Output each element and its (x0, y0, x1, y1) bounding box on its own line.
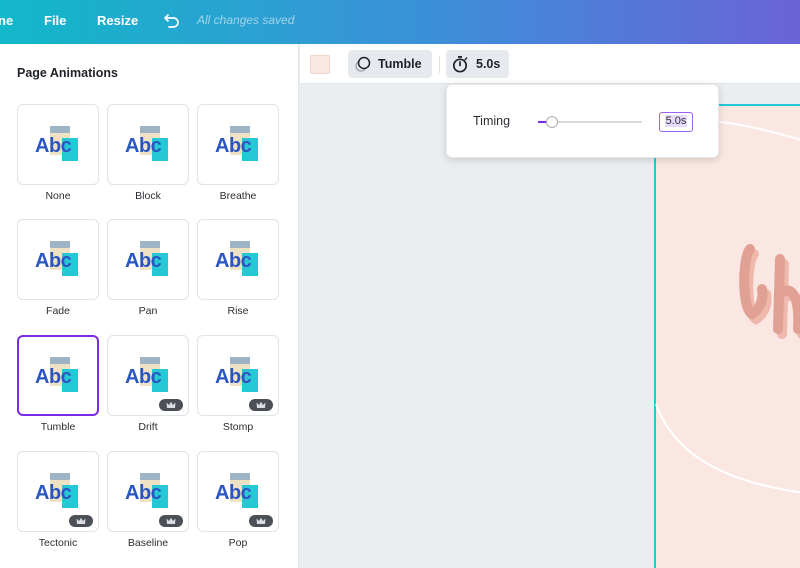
animation-preview: Abc (215, 125, 261, 165)
animation-tile-label: Block (135, 190, 161, 202)
home-menu-partial[interactable]: ne (0, 0, 13, 44)
stopwatch-icon (452, 56, 468, 73)
animation-preview: Abc (35, 240, 81, 280)
preview-text: Abc (125, 481, 162, 504)
timing-popover: Timing 5.0s (446, 84, 719, 158)
editor-toolbar: Tumble 5.0s (300, 44, 800, 84)
premium-crown-icon (159, 399, 183, 411)
save-status: All changes saved (197, 13, 295, 27)
preview-text: Abc (215, 249, 252, 272)
animation-tile-label: Rise (227, 305, 249, 317)
animation-tile-label: Tumble (40, 421, 76, 433)
preview-text: Abc (35, 365, 72, 388)
page-artwork (655, 119, 800, 494)
toolbar-divider (439, 56, 440, 73)
preview-text: Abc (215, 365, 252, 388)
premium-crown-icon (69, 515, 93, 527)
animation-tile-label: Pan (138, 305, 158, 317)
preview-text: Abc (215, 134, 252, 157)
animation-tile[interactable]: Abc (107, 104, 189, 185)
animation-tile-label: Stomp (222, 421, 254, 433)
animation-button[interactable]: Tumble (348, 50, 432, 78)
preview-text: Abc (125, 134, 162, 157)
animation-preview: Abc (215, 356, 261, 396)
duration-label: 5.0s (476, 57, 501, 71)
animation-tile[interactable]: Abc (197, 219, 279, 300)
preview-text: Abc (35, 134, 72, 157)
background-color-swatch[interactable] (310, 55, 330, 74)
animation-tile-label: None (45, 190, 71, 202)
animation-tile[interactable]: Abc (17, 104, 99, 185)
timing-slider-handle[interactable] (546, 116, 558, 128)
animation-tile-label: Fade (46, 305, 70, 317)
design-page[interactable] (654, 104, 800, 568)
animation-preview: Abc (125, 472, 171, 512)
animation-icon (355, 56, 371, 72)
animation-tile-label: Breathe (219, 190, 257, 202)
animation-tile[interactable]: Abc (107, 335, 189, 416)
animation-preview: Abc (125, 356, 171, 396)
file-menu[interactable]: File (44, 0, 66, 44)
animation-tile[interactable]: Abc (17, 219, 99, 300)
top-bar: ne File Resize All changes saved (0, 0, 800, 44)
duration-button[interactable]: 5.0s (446, 50, 509, 78)
animation-tile-label: Pop (228, 537, 248, 549)
preview-text: Abc (125, 249, 162, 272)
animation-tile[interactable]: Abc (197, 335, 279, 416)
preview-text: Abc (35, 481, 72, 504)
animation-preview: Abc (35, 125, 81, 165)
animation-tile-label: Drift (138, 421, 158, 433)
animation-tile-label: Tectonic (38, 537, 78, 549)
timing-value-text: 5.0s (664, 115, 688, 127)
animation-tile[interactable]: Abc (17, 335, 99, 416)
animation-tile[interactable]: Abc (197, 451, 279, 532)
undo-icon[interactable] (162, 11, 182, 31)
animation-preview: Abc (125, 240, 171, 280)
timing-label: Timing (473, 114, 511, 128)
resize-menu[interactable]: Resize (97, 0, 138, 44)
premium-crown-icon (249, 515, 273, 527)
animation-tile[interactable]: Abc (17, 451, 99, 532)
animation-preview: Abc (215, 240, 261, 280)
animation-tile[interactable]: Abc (107, 219, 189, 300)
timing-value-input[interactable]: 5.0s (659, 112, 693, 132)
animation-tile[interactable]: Abc (107, 451, 189, 532)
animation-tile-label: Baseline (127, 537, 169, 549)
preview-text: Abc (125, 365, 162, 388)
premium-crown-icon (249, 399, 273, 411)
panel-title: Page Animations (17, 66, 118, 80)
animation-tile[interactable]: Abc (197, 104, 279, 185)
animation-preview: Abc (35, 356, 81, 396)
animation-preview: Abc (215, 472, 261, 512)
animation-preview: Abc (35, 472, 81, 512)
animation-preview: Abc (125, 125, 171, 165)
preview-text: Abc (215, 481, 252, 504)
animation-label: Tumble (378, 57, 422, 71)
premium-crown-icon (159, 515, 183, 527)
animations-panel: Page Animations Abc None Abc Block Abc Breath… (0, 44, 299, 568)
preview-text: Abc (35, 249, 72, 272)
